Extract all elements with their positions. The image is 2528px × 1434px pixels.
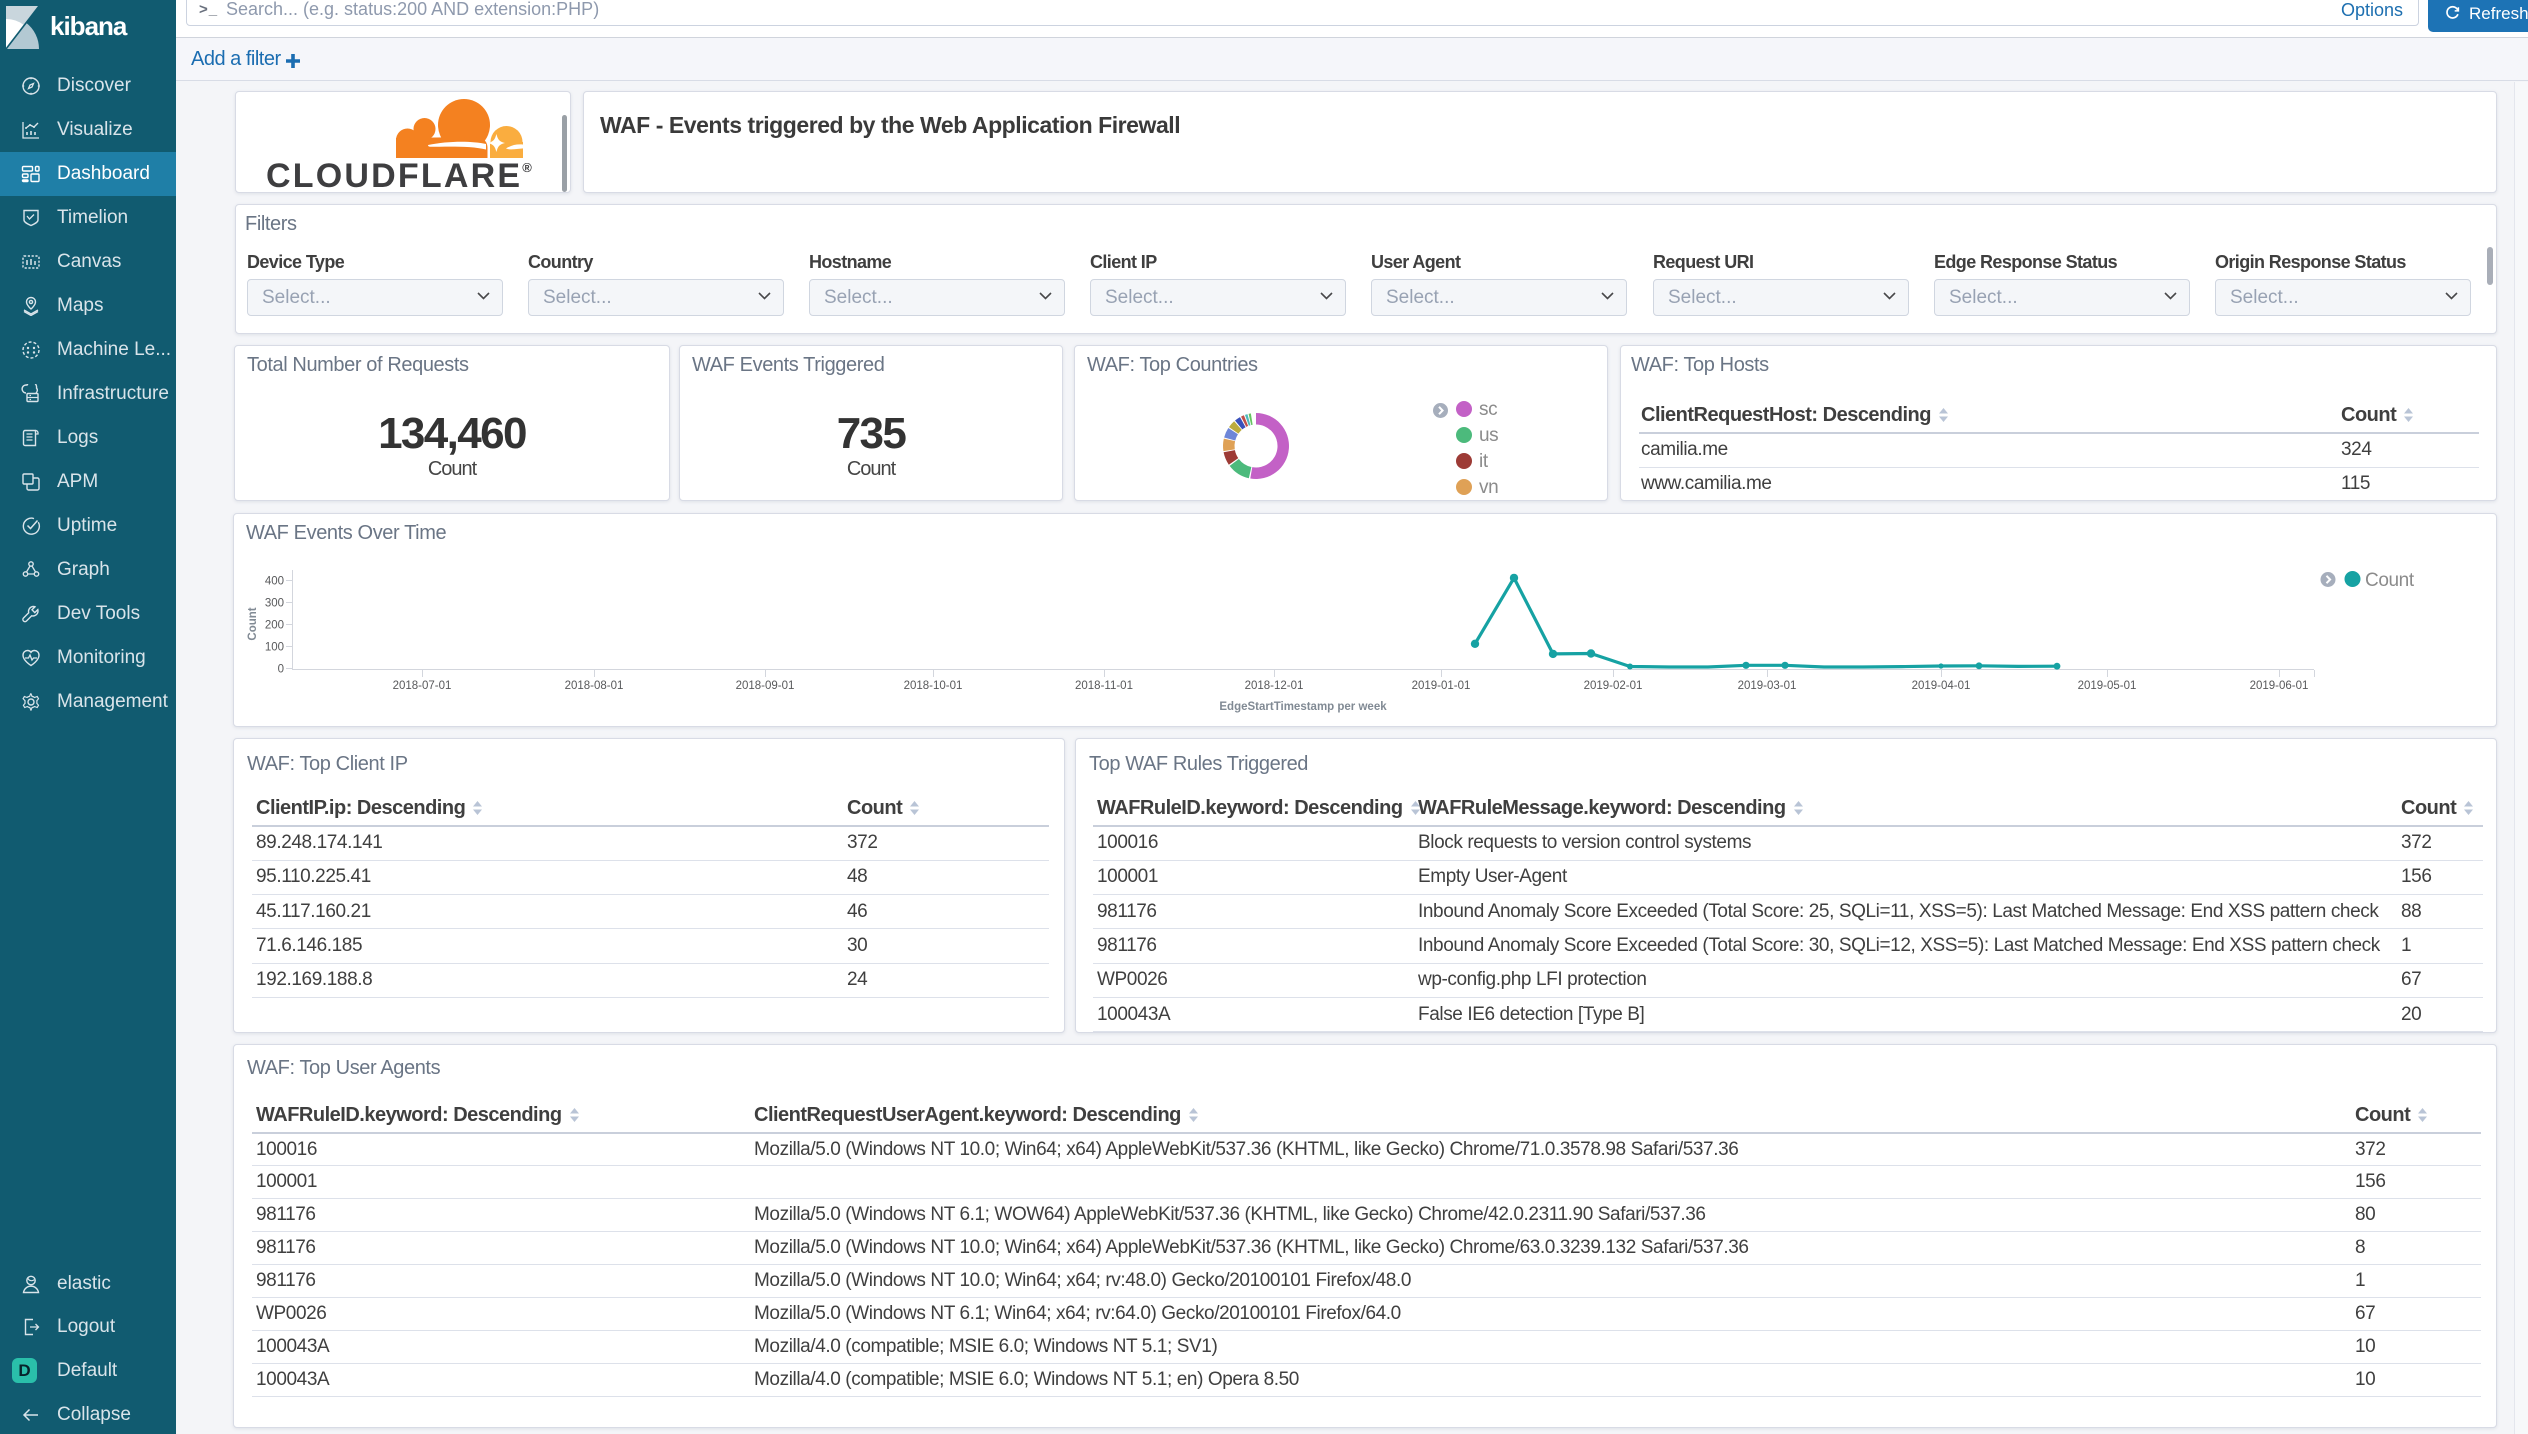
svg-text:Count: Count — [247, 607, 259, 640]
svg-text:2018-08-01: 2018-08-01 — [565, 680, 624, 692]
svg-text:2018-10-01: 2018-10-01 — [904, 680, 963, 692]
svg-text:300: 300 — [265, 598, 284, 610]
svg-text:2018-12-01: 2018-12-01 — [1245, 680, 1304, 692]
svg-text:2018-09-01: 2018-09-01 — [736, 680, 795, 692]
svg-text:Count: Count — [2365, 570, 2415, 591]
svg-text:2019-01-01: 2019-01-01 — [1412, 680, 1471, 692]
svg-text:2019-04-01: 2019-04-01 — [1912, 680, 1971, 692]
svg-text:400: 400 — [265, 576, 284, 588]
svg-text:2019-02-01: 2019-02-01 — [1584, 680, 1643, 692]
svg-text:2018-11-01: 2018-11-01 — [1075, 680, 1133, 692]
svg-text:0: 0 — [278, 664, 284, 676]
svg-text:2018-07-01: 2018-07-01 — [393, 680, 452, 692]
svg-text:EdgeStartTimestamp per week: EdgeStartTimestamp per week — [1219, 701, 1387, 713]
svg-text:100: 100 — [265, 642, 284, 654]
svg-text:2019-03-01: 2019-03-01 — [1738, 680, 1797, 692]
svg-text:2019-05-01: 2019-05-01 — [2078, 680, 2137, 692]
svg-text:200: 200 — [265, 620, 284, 632]
svg-text:2019-06-01: 2019-06-01 — [2250, 680, 2309, 692]
